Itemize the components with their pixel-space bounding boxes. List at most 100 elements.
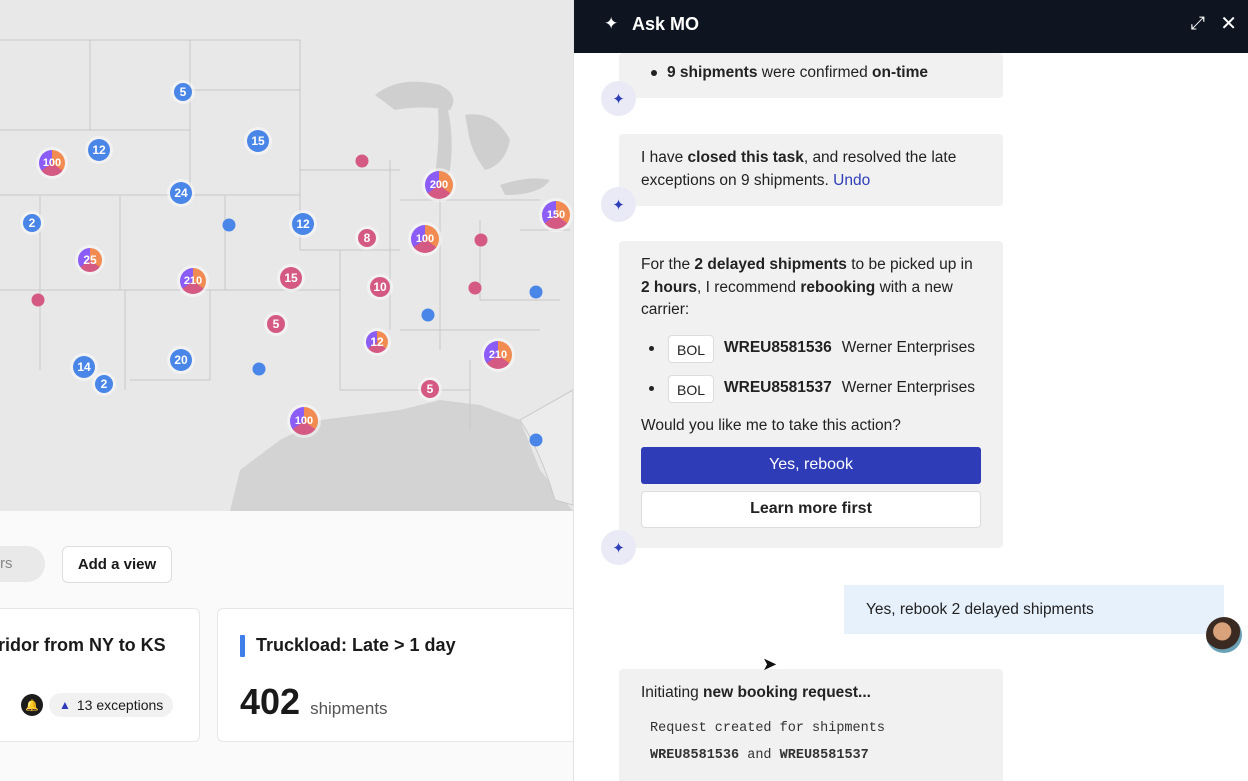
- assistant-message: Initiating new booking request... Reques…: [619, 669, 1003, 781]
- assistant-message: I have closed this task, and resolved th…: [619, 134, 1003, 206]
- map-cluster-marker[interactable]: 12: [366, 331, 388, 353]
- card-title: Truckload: Late > 1 day: [256, 635, 456, 655]
- msg-bold: 9 shipments: [667, 64, 758, 81]
- map-cluster-marker[interactable]: 100: [290, 407, 318, 435]
- msg-bold: rebooking: [800, 278, 876, 296]
- map-location-dot[interactable]: [355, 154, 369, 168]
- truckload-late-card[interactable]: Truckload: Late > 1 day 402 shipments: [217, 608, 573, 742]
- msg-text: to be picked up in: [846, 256, 973, 273]
- shipment-count: 402 shipments: [240, 681, 388, 723]
- filter-pill[interactable]: rs: [0, 546, 45, 582]
- carrier-name: Werner Enterprises: [841, 379, 975, 397]
- map-location-dot[interactable]: [252, 362, 266, 376]
- panel-title: Ask MO: [632, 14, 700, 34]
- map-cluster-marker[interactable]: 8: [358, 229, 376, 247]
- log-text: and: [739, 747, 780, 763]
- rebook-button[interactable]: Yes, rebook: [641, 447, 981, 484]
- bol-list-item: BOL WREU8581537 Werner Enterprises: [641, 370, 981, 408]
- map-location-dot[interactable]: [421, 308, 435, 322]
- map-cluster-marker[interactable]: 12: [88, 139, 110, 161]
- msg-bold: closed this task: [687, 149, 804, 166]
- carrier-name: Werner Enterprises: [841, 339, 975, 357]
- card-title: rridor from NY to KS: [0, 635, 166, 655]
- map-cluster-marker[interactable]: 200: [425, 171, 453, 199]
- map-cluster-marker[interactable]: 25: [78, 248, 102, 272]
- action-question: Would you like me to take this action?: [641, 416, 901, 434]
- msg-text: I have: [641, 149, 688, 166]
- msg-text: were confirmed: [757, 64, 873, 81]
- map-cluster-marker[interactable]: 100: [411, 225, 439, 253]
- sparkle-icon: ✦: [604, 14, 619, 33]
- map-cluster-marker[interactable]: 5: [267, 315, 285, 333]
- map-cluster-marker[interactable]: 2: [23, 214, 41, 232]
- map-cluster-marker[interactable]: 210: [484, 341, 512, 369]
- warning-icon: ▲: [59, 698, 71, 712]
- ask-mo-panel: ✦ Ask MO ⤢ ✕ 9 shipments were confirmed …: [573, 0, 1248, 781]
- shipment-map[interactable]: 5 12 100 15 24 2 12 25 210 8 15 10 5 100 200 150 12 210 14…: [0, 0, 573, 511]
- bullet: [649, 346, 654, 351]
- map-location-dot[interactable]: [31, 293, 45, 307]
- exceptions-badge[interactable]: ▲ 13 exceptions: [49, 693, 174, 717]
- bol-id[interactable]: WREU8581537: [724, 377, 832, 400]
- map-location-dot[interactable]: [222, 218, 236, 232]
- map-cluster-marker[interactable]: 2: [95, 375, 113, 393]
- map-location-dot[interactable]: [529, 285, 543, 299]
- msg-bold: new booking request...: [703, 684, 871, 701]
- log-line: WREU8581536 and WREU8581537: [650, 742, 981, 769]
- map-cluster-marker[interactable]: 100: [39, 150, 65, 176]
- count-unit: shipments: [310, 699, 388, 718]
- map-cluster-marker[interactable]: 24: [170, 182, 192, 204]
- add-view-button[interactable]: Add a view: [62, 546, 172, 583]
- map-cluster-marker[interactable]: 5: [174, 83, 192, 101]
- panel-header: ✦ Ask MO ⤢ ✕: [574, 0, 1248, 53]
- exceptions-indicator: 🔔 ▲ 13 exceptions: [21, 693, 174, 717]
- exceptions-count: 13 exceptions: [76, 697, 164, 713]
- bullet: [649, 386, 654, 391]
- map-cluster-marker[interactable]: 150: [542, 201, 570, 229]
- msg-bold: on-time: [872, 64, 928, 81]
- undo-link[interactable]: Undo: [833, 172, 870, 189]
- recommendation-text: For the 2 delayed shipments to be picked…: [641, 254, 981, 322]
- shipment-id: WREU8581536: [650, 747, 740, 763]
- mo-avatar-icon: ✦: [601, 81, 636, 116]
- msg-text: , I recommend: [696, 278, 801, 296]
- mo-avatar-icon: ✦: [601, 187, 636, 222]
- bell-icon: 🔔: [21, 694, 43, 716]
- close-icon[interactable]: ✕: [1220, 11, 1237, 36]
- map-cluster-marker[interactable]: 15: [280, 267, 302, 289]
- map-cluster-marker[interactable]: 10: [370, 277, 390, 297]
- mouse-cursor-icon: ➤: [762, 654, 778, 674]
- bol-id[interactable]: WREU8581536: [724, 337, 832, 360]
- log-line: Request created for shipments: [650, 720, 885, 736]
- map-location-dot[interactable]: [529, 433, 543, 447]
- msg-text: Initiating: [641, 684, 704, 701]
- user-message: Yes, rebook 2 delayed shipments: [844, 585, 1224, 634]
- left-pane: 5 12 100 15 24 2 12 25 210 8 15 10 5 100 200 150 12 210 14…: [0, 0, 573, 781]
- map-cluster-marker[interactable]: 210: [180, 268, 206, 294]
- user-message-text: Yes, rebook 2 delayed shipments: [866, 600, 1094, 618]
- bol-tag: BOL: [668, 374, 715, 403]
- map-cluster-marker[interactable]: 15: [247, 130, 269, 152]
- map-location-dot[interactable]: [468, 281, 482, 295]
- learn-more-button[interactable]: Learn more first: [641, 491, 981, 528]
- user-avatar: [1206, 617, 1242, 653]
- map-location-dot[interactable]: [474, 233, 488, 247]
- expand-icon[interactable]: ⤢: [1191, 13, 1205, 34]
- assistant-message: 9 shipments were confirmed on-time: [619, 53, 1003, 98]
- count-value: 402: [240, 681, 301, 722]
- bol-list-item: BOL WREU8581536 Werner Enterprises: [641, 330, 981, 368]
- msg-text: For the: [641, 256, 695, 273]
- map-cluster-marker[interactable]: 5: [421, 380, 439, 398]
- shipment-id: WREU8581537: [779, 747, 869, 763]
- map-cluster-marker[interactable]: 14: [73, 356, 95, 378]
- map-cluster-marker[interactable]: 12: [292, 213, 314, 235]
- mo-avatar-icon: ✦: [601, 530, 636, 565]
- card-accent-bar: [240, 635, 245, 657]
- exception-card[interactable]: rridor from NY to KS 🔔 ▲ 13 exceptions: [0, 608, 200, 742]
- msg-bold: 2 hours: [641, 278, 697, 296]
- assistant-message: For the 2 delayed shipments to be picked…: [619, 241, 1003, 548]
- request-log: Request created for shipments WREU858153…: [641, 715, 981, 769]
- msg-bold: 2 delayed shipments: [694, 256, 847, 273]
- bol-tag: BOL: [668, 334, 715, 363]
- map-cluster-marker[interactable]: 20: [170, 349, 192, 371]
